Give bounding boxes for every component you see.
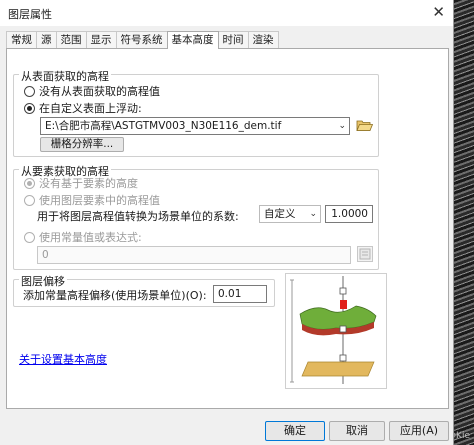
tab-panel-base-heights: 从表面获取的高程 没有从表面获取的高程值 在自定义表面上浮动: E:\合肥市高程… (6, 48, 449, 409)
use-feature-radio[interactable] (24, 194, 35, 206)
unit-select[interactable]: 自定义 ⌄ (259, 205, 321, 223)
conversion-factor-input[interactable]: 1.0000 (325, 205, 373, 223)
unit-select-value: 自定义 (264, 208, 296, 220)
chevron-down-icon: ⌄ (309, 209, 317, 219)
no-surface-option[interactable]: 没有从表面获取的高程值 (24, 83, 160, 99)
base-height-diagram (285, 273, 387, 389)
calculator-icon[interactable] (357, 246, 373, 262)
tab-extent[interactable]: 范围 (55, 31, 87, 48)
no-surface-label: 没有从表面获取的高程值 (39, 85, 160, 98)
surface-path-dropdown[interactable]: E:\合肥市高程\ASTGTMV003_N30E116_dem.tif ⌄ (40, 117, 350, 135)
tab-rendering[interactable]: 渲染 (247, 31, 279, 48)
about-base-heights-link[interactable]: 关于设置基本高度 (19, 351, 107, 367)
tab-symbology[interactable]: 符号系统 (115, 31, 168, 48)
no-surface-radio[interactable] (24, 85, 35, 97)
custom-surface-label: 在自定义表面上浮动: (39, 102, 142, 115)
raster-resolution-button[interactable]: 栅格分辨率... (40, 137, 124, 152)
expression-radio[interactable] (24, 231, 35, 243)
expression-option[interactable]: 使用常量值或表达式: (24, 229, 142, 245)
dialog-title: 图层属性 (8, 8, 52, 21)
tab-general[interactable]: 常规 (6, 31, 37, 48)
custom-surface-radio[interactable] (24, 102, 35, 114)
tab-source[interactable]: 源 (36, 31, 57, 48)
tab-base-heights[interactable]: 基本高度 (166, 31, 219, 49)
add-offset-label: 添加常量高程偏移(使用场景单位)(O): (23, 289, 207, 302)
chevron-down-icon: ⌄ (338, 121, 346, 131)
layer-properties-dialog: 图层属性 ✕ 常规 源 范围 显示 符号系统 基本高度 时间 渲染 从表面获取的… (0, 0, 454, 445)
convert-factor-label: 用于将图层高程值转换为场景单位的系数: (37, 210, 239, 223)
no-feature-radio[interactable] (24, 177, 35, 189)
cancel-button[interactable]: 取消 (329, 421, 385, 441)
tab-time[interactable]: 时间 (217, 31, 249, 48)
offset-input[interactable]: 0.01 (213, 285, 267, 303)
use-feature-option[interactable]: 使用图层要素中的高程值 (24, 192, 160, 208)
expression-label: 使用常量值或表达式: (39, 231, 142, 244)
surface-path-value: E:\合肥市高程\ASTGTMV003_N30E116_dem.tif (45, 120, 282, 132)
dialog-footer: 确定 取消 应用(A) (0, 413, 454, 445)
folder-open-icon[interactable] (355, 116, 374, 134)
no-feature-label: 没有基于要素的高度 (39, 177, 138, 190)
no-feature-option[interactable]: 没有基于要素的高度 (24, 175, 138, 191)
base-height-illustration (290, 276, 377, 384)
background-terrain-image (454, 0, 474, 445)
close-icon[interactable]: ✕ (432, 3, 445, 21)
custom-surface-option[interactable]: 在自定义表面上浮动: (24, 100, 142, 116)
expression-input[interactable]: 0 (37, 246, 351, 264)
ok-button[interactable]: 确定 (265, 421, 325, 441)
use-feature-label: 使用图层要素中的高程值 (39, 194, 160, 207)
title-bar: 图层属性 ✕ (0, 0, 453, 26)
tab-strip: 常规 源 范围 显示 符号系统 基本高度 时间 渲染 (6, 31, 279, 49)
apply-button[interactable]: 应用(A) (389, 421, 449, 441)
tab-display[interactable]: 显示 (85, 31, 117, 48)
surface-group-title: 从表面获取的高程 (19, 68, 111, 84)
